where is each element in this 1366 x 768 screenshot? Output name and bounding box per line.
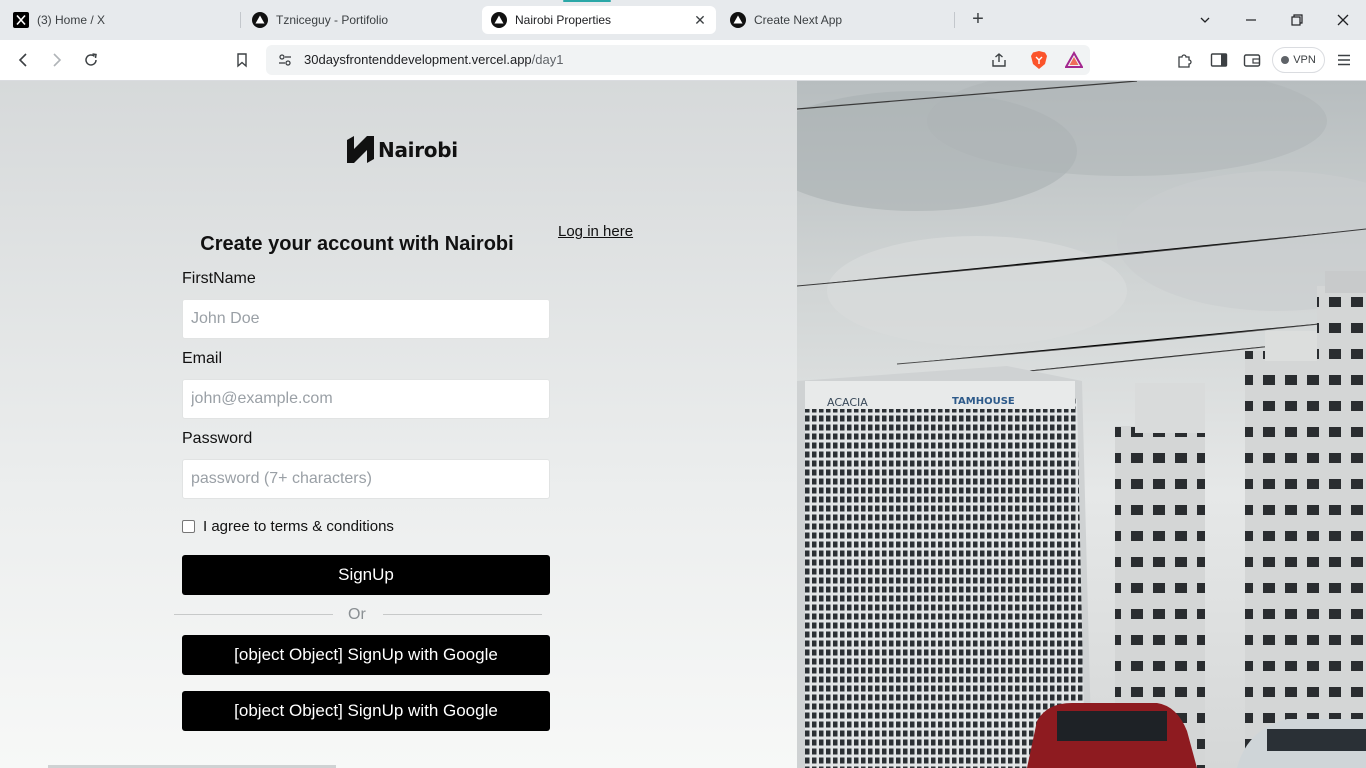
tab-title: Nairobi Properties (515, 13, 612, 27)
vercel-triangle-icon (252, 12, 268, 28)
vpn-label: VPN (1293, 54, 1316, 66)
tab-separator (954, 12, 955, 28)
terms-row: I agree to terms & conditions (182, 518, 394, 535)
page-viewport: Nairobi Create your account with Nairobi… (0, 81, 1366, 768)
vpn-status-icon (1281, 56, 1290, 64)
firstname-label: FirstName (182, 270, 256, 287)
nairobi-logo-icon (347, 136, 374, 163)
active-tab-indicator (563, 0, 611, 2)
google-signup-button[interactable]: [object Object] SignUp with Google (182, 635, 550, 675)
close-tab-icon[interactable]: ✕ (692, 12, 708, 28)
x-logo-icon (13, 12, 29, 28)
tab-title: (3) Home / X (37, 13, 106, 27)
share-icon[interactable] (989, 50, 1009, 70)
restore-icon[interactable] (1283, 6, 1311, 34)
email-input[interactable] (182, 379, 550, 419)
url-host: 30daysfrontenddevelopment.vercel.app (304, 52, 532, 67)
site-settings-icon[interactable] (275, 50, 295, 70)
tab-nairobi-properties[interactable]: Nairobi Properties ✕ (482, 6, 716, 34)
tab-separator (240, 12, 241, 28)
new-tab-button[interactable]: + (968, 9, 988, 30)
tab-x-home[interactable]: (3) Home / X (6, 6, 241, 34)
url-path: /day1 (531, 52, 564, 67)
vercel-triangle-icon (730, 12, 746, 28)
menu-icon[interactable] (1334, 50, 1354, 70)
city-photo: ACACIA TAMHOUSE (797, 81, 1366, 768)
tab-create-next-app[interactable]: Create Next App (720, 6, 955, 34)
google-signup-button-2[interactable]: [object Object] SignUp with Google (182, 691, 550, 731)
tab-title: Create Next App (754, 13, 843, 27)
building-sign: TAMHOUSE (952, 396, 1015, 407)
login-link[interactable]: Log in here (558, 223, 633, 240)
wallet-icon[interactable] (1242, 50, 1262, 70)
back-icon[interactable] (13, 50, 33, 70)
tab-title: Tzniceguy - Portifolio (276, 13, 389, 27)
bookmark-icon[interactable] (232, 50, 252, 70)
email-label: Email (182, 350, 223, 367)
tab-search-chevron-icon[interactable] (1191, 6, 1219, 34)
brand-name: Nairobi (378, 137, 458, 162)
address-bar[interactable]: 30daysfrontenddevelopment.vercel.app/day… (266, 45, 1090, 75)
city-skyline-image: ACACIA TAMHOUSE (797, 81, 1366, 768)
password-input[interactable] (182, 459, 550, 499)
brand-logo[interactable]: Nairobi (347, 136, 458, 163)
tab-portfolio[interactable]: Tzniceguy - Portifolio (244, 6, 478, 34)
firstname-input[interactable] (182, 299, 550, 339)
terms-checkbox[interactable] (182, 520, 195, 533)
forward-icon[interactable] (47, 50, 67, 70)
reload-icon[interactable] (81, 50, 101, 70)
divider-line (383, 614, 542, 615)
url-text[interactable]: 30daysfrontenddevelopment.vercel.app/day… (304, 52, 563, 67)
vercel-triangle-icon (491, 12, 507, 28)
password-label: Password (182, 430, 253, 447)
extensions-icon[interactable] (1175, 50, 1195, 70)
browser-tab-strip: (3) Home / X Tzniceguy - Portifolio Nair… (0, 0, 1366, 40)
building-sign: ACACIA (827, 396, 868, 409)
sidebar-icon[interactable] (1209, 50, 1229, 70)
signup-button[interactable]: SignUp (182, 555, 550, 595)
vpn-button[interactable]: VPN (1272, 47, 1325, 73)
signup-panel: Nairobi Create your account with Nairobi… (0, 81, 797, 768)
terms-label: I agree to terms & conditions (203, 518, 394, 535)
divider-line (174, 614, 333, 615)
brave-shields-icon[interactable] (1029, 50, 1049, 70)
divider-text: Or (348, 606, 366, 623)
or-divider: Or (174, 605, 542, 625)
minimize-icon[interactable] (1237, 6, 1265, 34)
close-window-icon[interactable] (1329, 6, 1357, 34)
brave-rewards-icon[interactable] (1064, 50, 1084, 70)
page-title: Create your account with Nairobi (200, 233, 514, 255)
browser-toolbar: 30daysfrontenddevelopment.vercel.app/day… (0, 40, 1366, 81)
